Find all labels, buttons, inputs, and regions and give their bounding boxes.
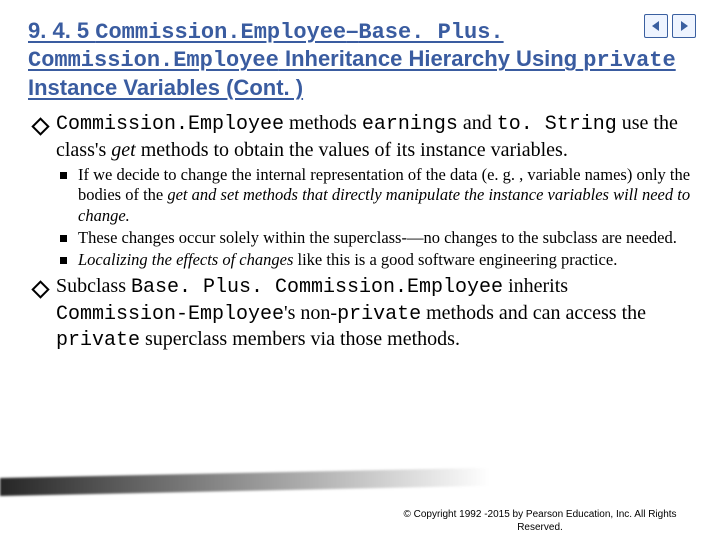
- b2-code-4: private: [56, 329, 140, 352]
- copyright-text: © Copyright 1992 -2015 by Pearson Educat…: [390, 509, 690, 534]
- s1-italic-1: get and set methods that directly manipu…: [78, 185, 690, 224]
- arrow-right-icon: [678, 20, 690, 32]
- sub-list: If we decide to change the internal repr…: [56, 165, 692, 270]
- title-rest: Inheritance Hierarchy Using: [279, 46, 583, 71]
- footer-shadow: [0, 468, 490, 496]
- next-button[interactable]: [672, 14, 696, 38]
- s3-italic-1: Localizing the effects of changes: [78, 250, 293, 269]
- prev-button[interactable]: [644, 14, 668, 38]
- sub-bullet-1: If we decide to change the internal repr…: [56, 165, 692, 225]
- arrow-left-icon: [650, 20, 662, 32]
- bullet-1: Commission.Employee methods earnings and…: [28, 111, 692, 270]
- b2-code-3: private: [337, 303, 421, 326]
- s2-text: These changes occur solely within the su…: [78, 228, 677, 247]
- bullet-2: Subclass Base. Plus. Commission.Employee…: [28, 274, 692, 354]
- nav-arrows: [644, 14, 696, 38]
- b2-code-2: Commission-Employee: [56, 303, 284, 326]
- b2-text-2: inherits: [503, 275, 568, 297]
- b2-text-1: Subclass: [56, 275, 131, 297]
- slide: 9. 4. 5 Commission.Employee–Base. Plus. …: [0, 0, 720, 540]
- title-code-1: Commission.Employee: [95, 20, 346, 45]
- b1-text-2: and: [458, 112, 497, 134]
- b1-code-1: Commission.Employee: [56, 113, 284, 136]
- b1-text-1: methods: [284, 112, 362, 134]
- b1-italic-1: get: [111, 139, 135, 161]
- title-cont: Instance Variables (Cont. ): [28, 75, 303, 100]
- b1-code-2: earnings: [362, 113, 458, 136]
- title-dash: –: [346, 18, 358, 43]
- b2-code-1: Base. Plus. Commission.Employee: [131, 276, 503, 299]
- b2-text-4: methods and can access the: [421, 302, 646, 324]
- b2-text-3: 's non-: [284, 302, 337, 324]
- b1-code-3: to. String: [497, 113, 617, 136]
- title-keyword: private: [583, 48, 675, 73]
- b2-text-5: superclass members via those methods.: [140, 328, 460, 350]
- title-section: 9. 4. 5: [28, 18, 95, 43]
- slide-title: 9. 4. 5 Commission.Employee–Base. Plus. …: [28, 18, 692, 101]
- b1-text-4: methods to obtain the values of its inst…: [136, 139, 568, 161]
- sub-bullet-2: These changes occur solely within the su…: [56, 228, 692, 248]
- bullet-list: Commission.Employee methods earnings and…: [28, 111, 692, 354]
- s3-text-1: like this is a good software engineering…: [293, 250, 617, 269]
- sub-bullet-3: Localizing the effects of changes like t…: [56, 250, 692, 270]
